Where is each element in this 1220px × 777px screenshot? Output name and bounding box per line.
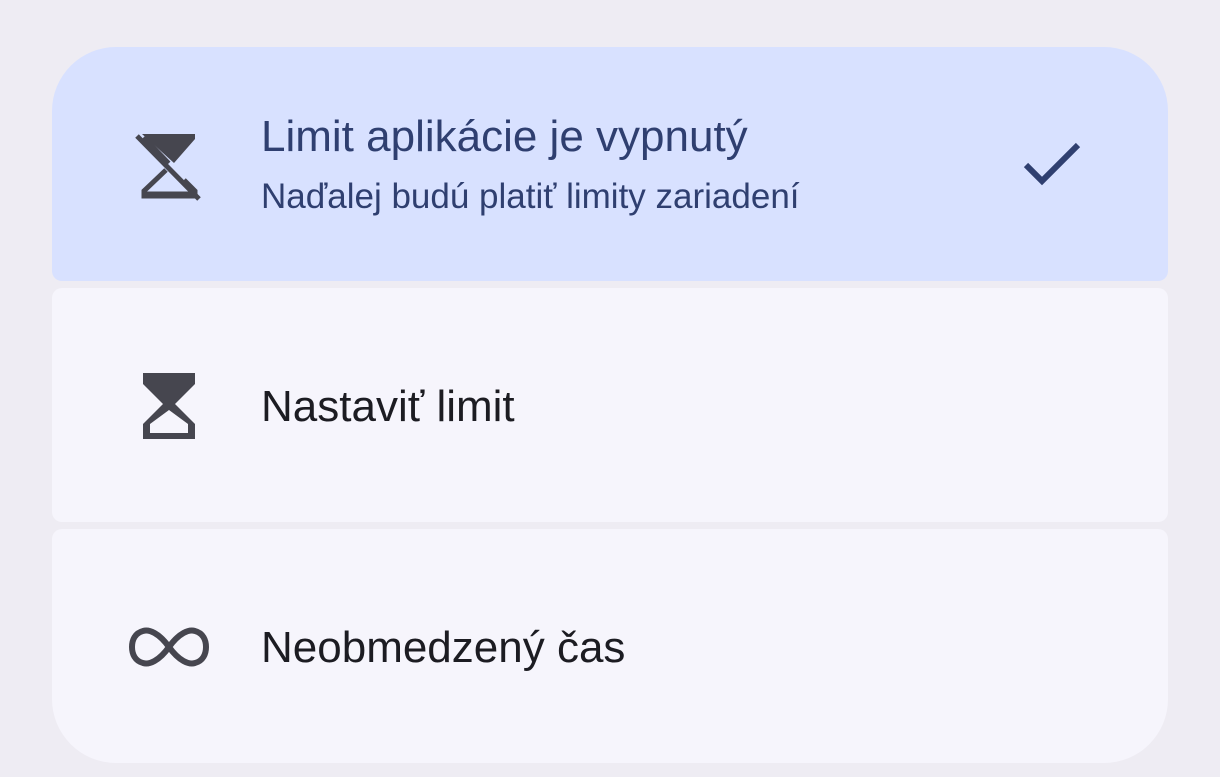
option-unlimited-time[interactable]: Neobmedzený čas — [52, 529, 1168, 763]
option-set-limit[interactable]: Nastaviť limit — [52, 288, 1168, 522]
option-app-limit-off[interactable]: Limit aplikácie je vypnutý Naďalej budú … — [52, 47, 1168, 281]
option-title: Limit aplikácie je vypnutý — [261, 112, 748, 161]
option-subtitle: Naďalej budú platiť limity zariadení — [261, 177, 800, 216]
hourglass-icon — [142, 372, 196, 440]
option-title: Nastaviť limit — [261, 382, 515, 431]
option-title: Neobmedzený čas — [261, 623, 626, 672]
hourglass-disabled-icon — [132, 131, 204, 203]
app-limit-options-list: Limit aplikácie je vypnutý Naďalej budú … — [52, 47, 1168, 763]
check-icon — [1022, 141, 1082, 192]
infinity-icon — [129, 625, 209, 669]
